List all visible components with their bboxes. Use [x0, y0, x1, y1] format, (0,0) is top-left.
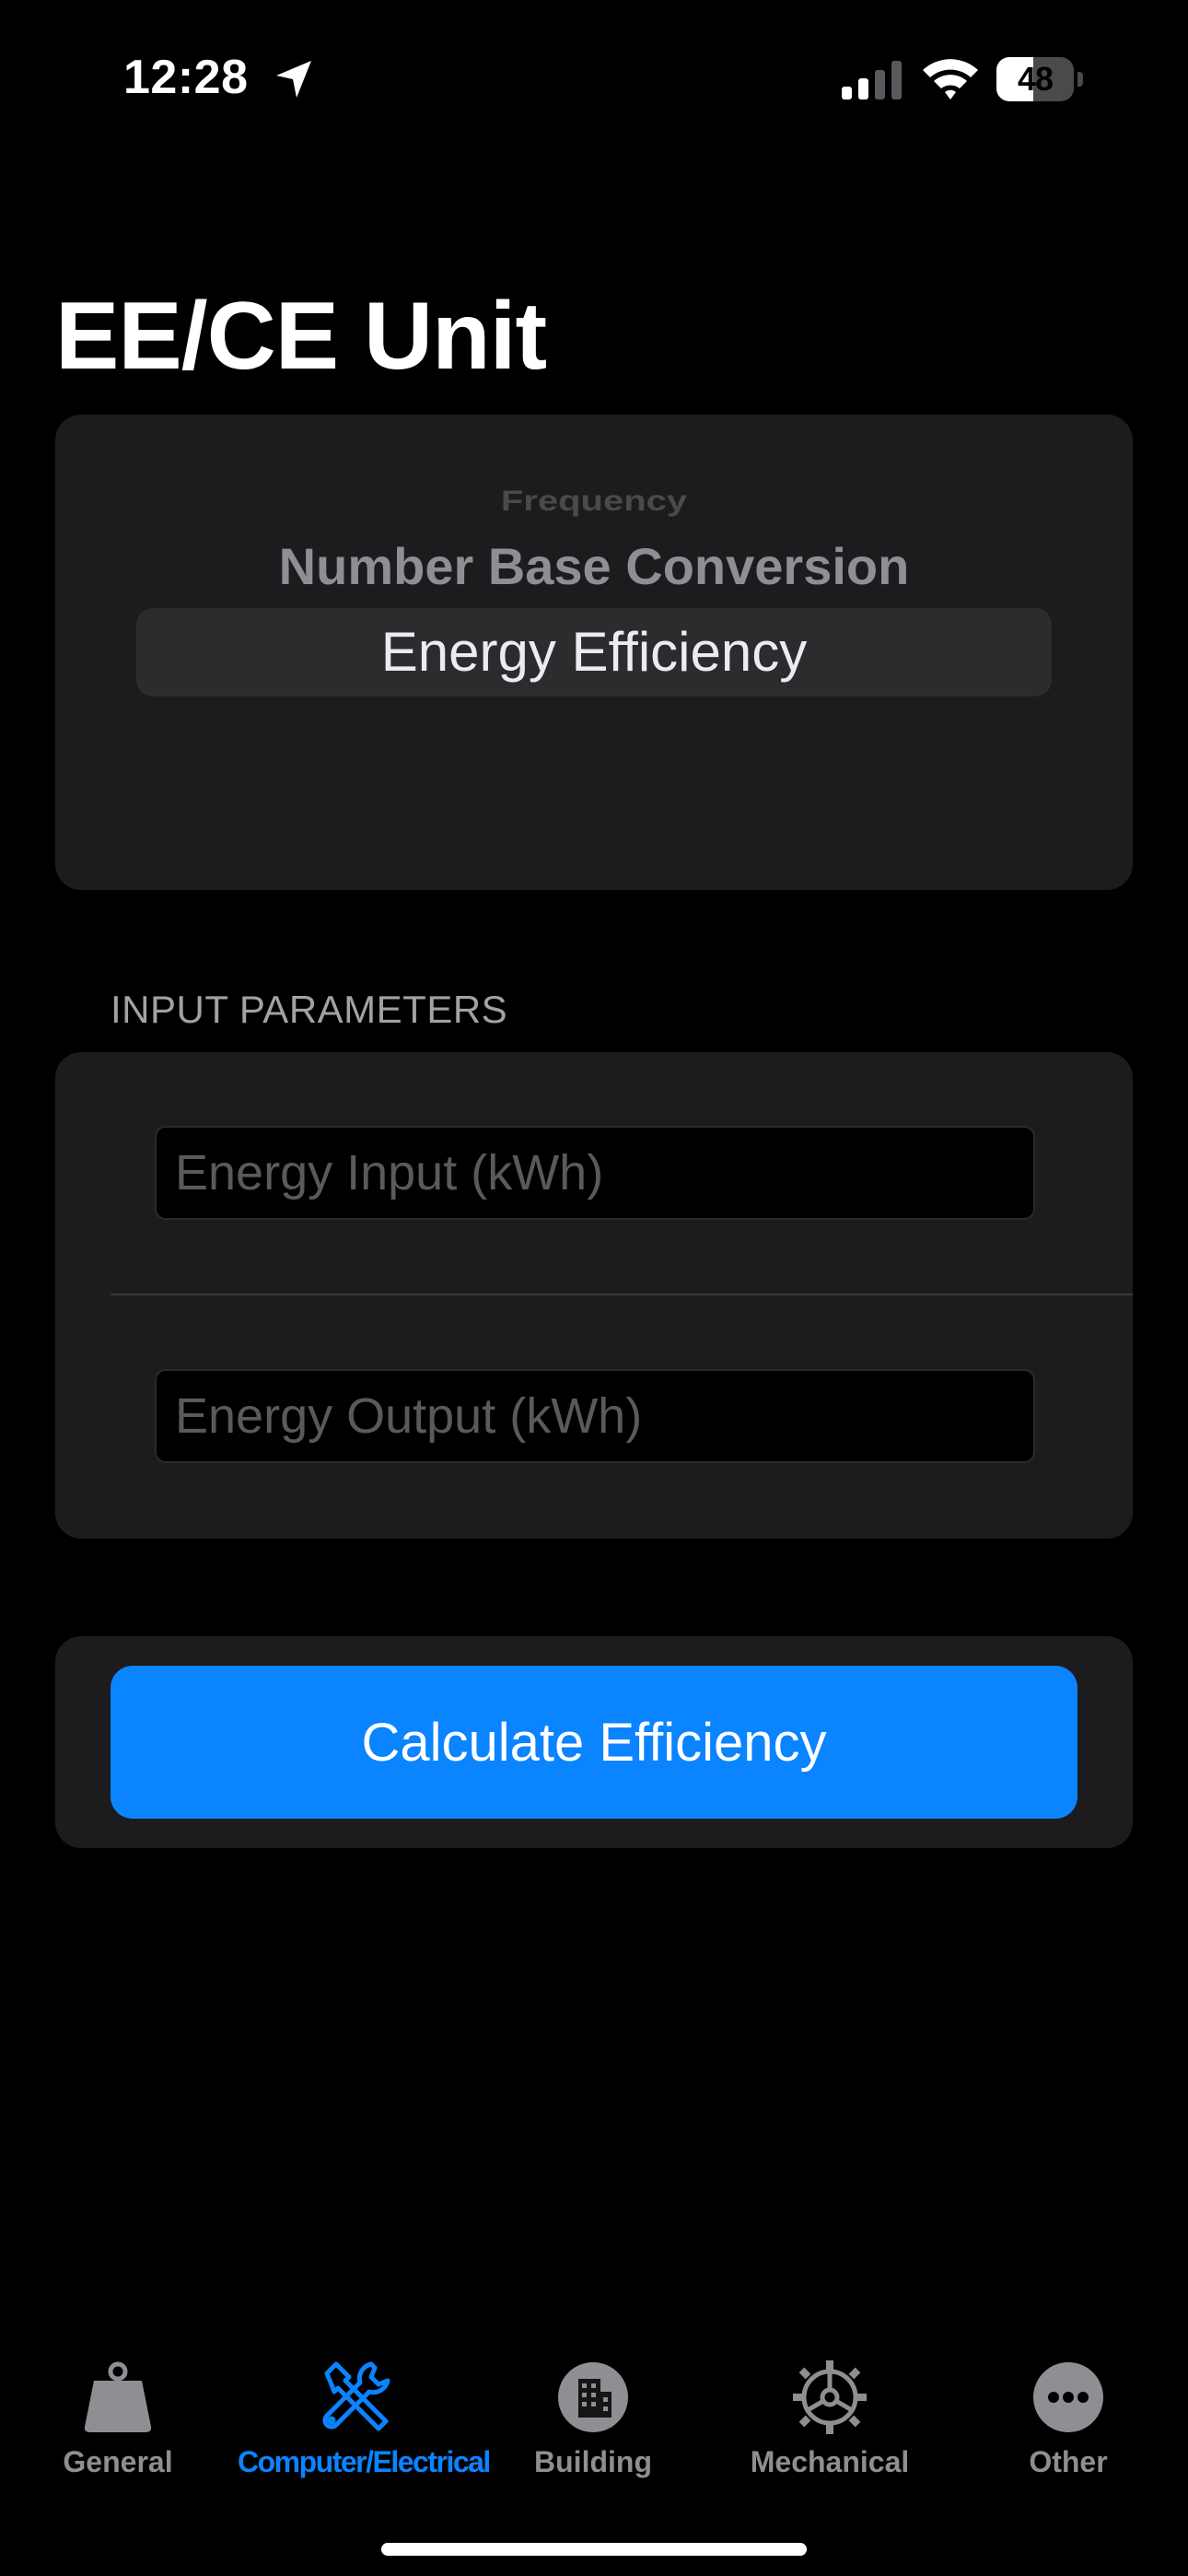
picker-item-frequency[interactable]: Frequency [55, 481, 1133, 521]
tab-computer-electrical[interactable]: Computer/Electrical [238, 2359, 491, 2497]
section-header-input-parameters: INPUT PARAMETERS [111, 988, 508, 1031]
home-indicator[interactable] [381, 2543, 807, 2556]
battery-indicator: 48 [996, 57, 1083, 101]
tab-label-building: Building [534, 2445, 652, 2478]
tab-label-computer-electrical: Computer/Electrical [238, 2445, 491, 2478]
weight-icon [84, 2361, 152, 2432]
energy-input-field[interactable] [155, 1126, 1035, 1220]
cellular-signal-icon [842, 61, 902, 100]
status-time: 12:28 [123, 51, 249, 104]
wifi-icon [923, 59, 978, 100]
page-title: EE/CE Unit [55, 283, 547, 390]
tab-other[interactable]: Other [949, 2359, 1187, 2497]
location-arrow-icon [276, 61, 311, 98]
tab-building[interactable]: Building [474, 2359, 712, 2497]
battery-cap [1077, 72, 1083, 87]
calculate-efficiency-button[interactable]: Calculate Efficiency [111, 1666, 1077, 1819]
picker-item-energy-efficiency[interactable]: Energy Efficiency [55, 617, 1133, 687]
picker-item-number-base[interactable]: Number Base Conversion [55, 534, 1133, 599]
tab-mechanical[interactable]: Mechanical [711, 2359, 949, 2497]
tab-label-mechanical: Mechanical [750, 2445, 910, 2478]
gear-icon [793, 2360, 867, 2434]
ellipsis-icon [1033, 2362, 1103, 2432]
inputs-divider [111, 1294, 1133, 1295]
tab-label-other: Other [1029, 2445, 1108, 2478]
tab-general[interactable]: General [0, 2359, 237, 2497]
tools-icon [322, 2361, 390, 2431]
energy-output-field[interactable] [155, 1369, 1035, 1463]
building-icon [558, 2362, 628, 2432]
tab-label-general: General [63, 2445, 173, 2478]
battery-percent: 48 [1017, 60, 1054, 98]
